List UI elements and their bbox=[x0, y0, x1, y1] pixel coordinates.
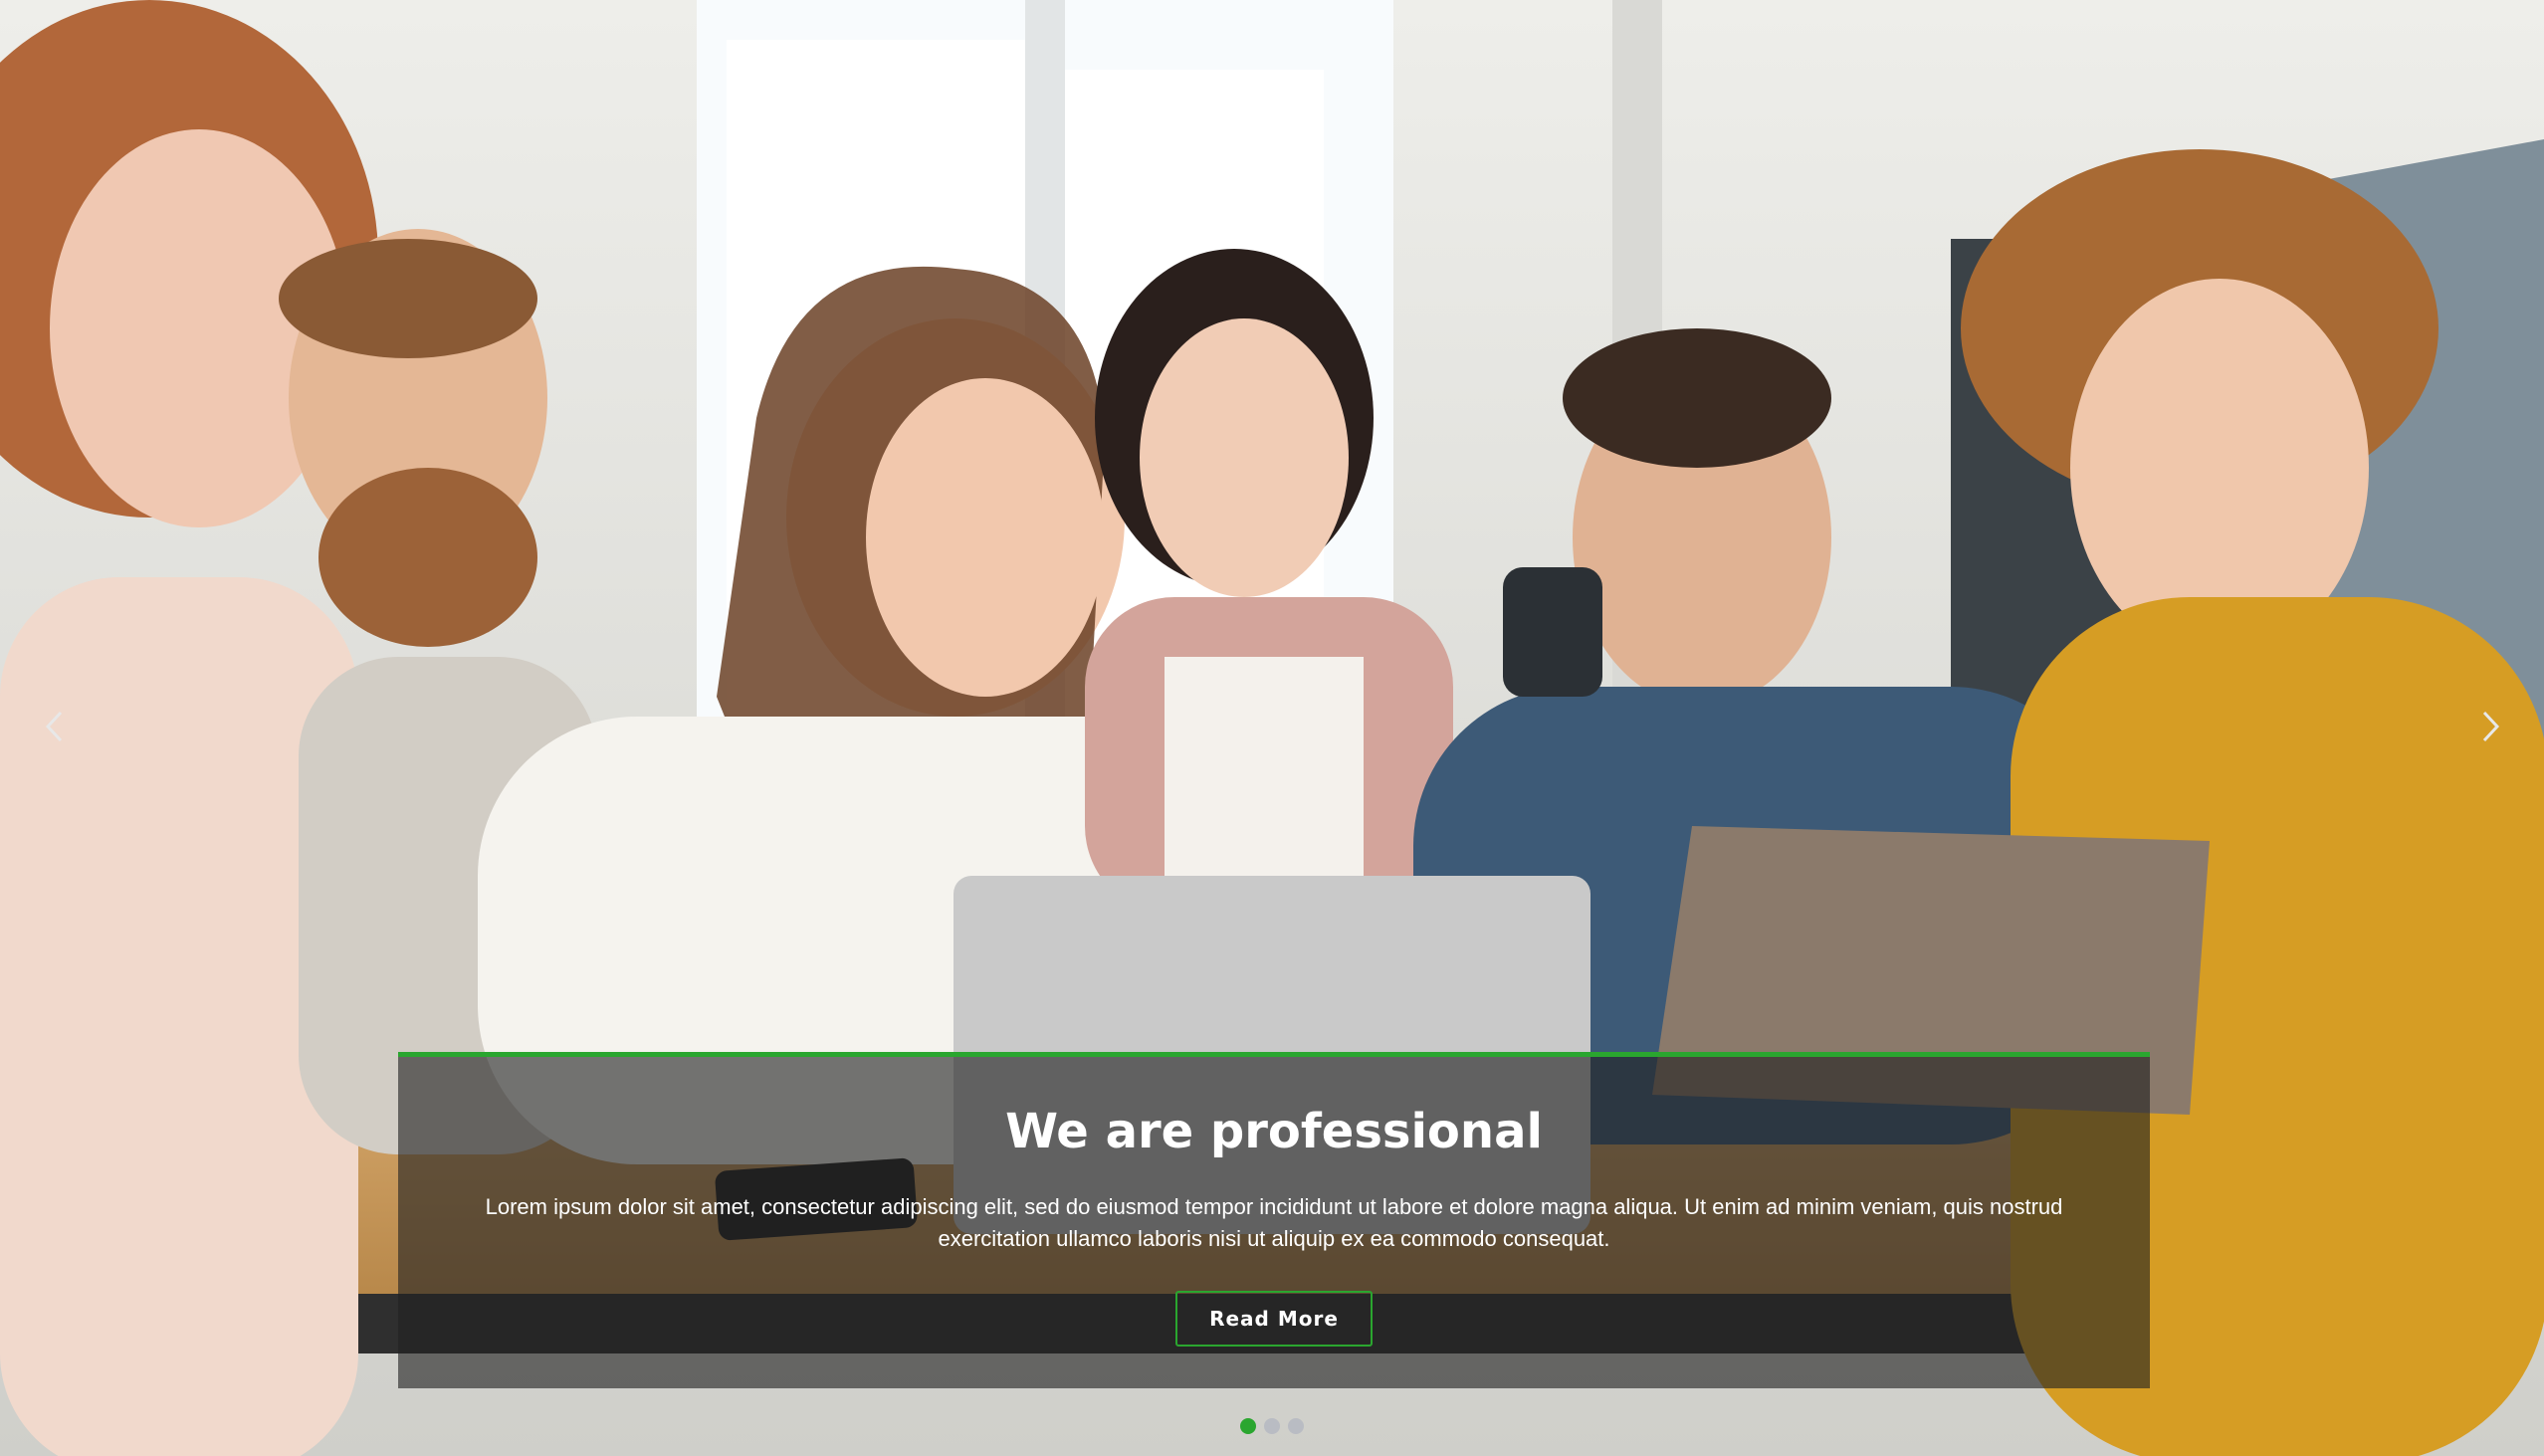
slider-dot-3[interactable] bbox=[1288, 1418, 1304, 1434]
slider-next-button[interactable] bbox=[2460, 697, 2520, 756]
slide-description: Lorem ipsum dolor sit amet, consectetur … bbox=[485, 1194, 2063, 1251]
slider-pagination bbox=[1240, 1418, 1304, 1434]
slide-caption: We are professional Lorem ipsum dolor si… bbox=[398, 1052, 2150, 1388]
chevron-left-icon bbox=[45, 711, 63, 742]
slider-dot-1[interactable] bbox=[1240, 1418, 1256, 1434]
slide-title: We are professional bbox=[1005, 1104, 1543, 1159]
slider-prev-button[interactable] bbox=[25, 697, 85, 756]
read-more-button[interactable]: Read More bbox=[1175, 1291, 1373, 1347]
hero-slider: We are professional Lorem ipsum dolor si… bbox=[0, 0, 2544, 1456]
slider-dot-2[interactable] bbox=[1264, 1418, 1280, 1434]
chevron-right-icon bbox=[2482, 711, 2500, 742]
